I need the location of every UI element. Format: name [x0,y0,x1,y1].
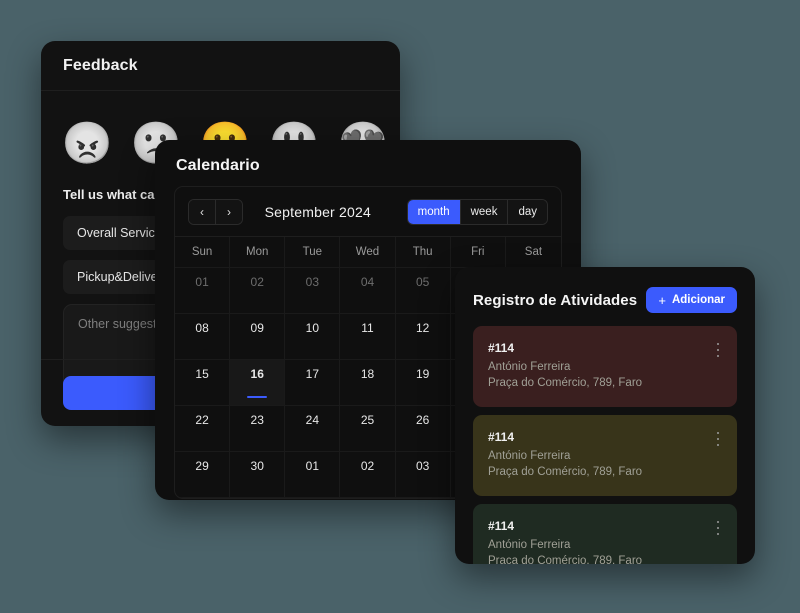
angry-face-icon[interactable]: 😠 [63,119,111,167]
calendar-day-cell[interactable]: 18 [340,360,395,406]
activity-title: Registro de Atividades [473,292,637,309]
calendar-weekday-header: SunMonTueWedThuFriSat [175,236,561,267]
calendar-view-day[interactable]: day [507,200,547,224]
more-options-icon[interactable] [712,520,724,536]
calendar-month-label: September 2024 [229,204,407,220]
calendar-view-week[interactable]: week [460,200,508,224]
calendar-day-cell[interactable]: 03 [396,452,451,498]
weekday-label: Wed [340,237,395,267]
calendar-title: Calendario [155,140,581,175]
plus-icon: + [658,294,666,307]
calendar-day-cell[interactable]: 19 [396,360,451,406]
activity-item-id: #114 [488,430,722,444]
weekday-label: Sun [175,237,230,267]
weekday-label: Mon [230,237,285,267]
weekday-label: Sat [506,237,561,267]
calendar-day-cell[interactable]: 26 [396,406,451,452]
activity-item-name: António Ferreira [488,360,722,376]
activity-log-panel: Registro de Atividades + Adicionar #114 A… [455,267,755,564]
weekday-label: Thu [396,237,451,267]
calendar-day-cell[interactable]: 09 [230,314,285,360]
calendar-day-cell[interactable]: 03 [285,268,340,314]
calendar-view-switcher: monthweekday [407,199,548,225]
calendar-day-cell[interactable]: 29 [175,452,230,498]
calendar-day-cell[interactable]: 22 [175,406,230,452]
calendar-toolbar: ‹ › September 2024 monthweekday [175,187,561,236]
add-activity-button[interactable]: + Adicionar [646,287,737,313]
activity-item-address: Praça do Comércio, 789, Faro [488,376,722,392]
calendar-day-cell[interactable]: 10 [285,314,340,360]
calendar-day-cell[interactable]: 24 [285,406,340,452]
activity-item-id: #114 [488,341,722,355]
activity-item-address: Praça do Comércio, 789, Faro [488,554,722,564]
calendar-day-cell[interactable]: 15 [175,360,230,406]
weekday-label: Fri [451,237,506,267]
calendar-day-cell[interactable]: 04 [340,268,395,314]
add-activity-label: Adicionar [672,294,725,306]
activity-header: Registro de Atividades + Adicionar [455,267,755,313]
activity-item-name: António Ferreira [488,538,722,554]
calendar-view-month[interactable]: month [408,200,460,224]
calendar-day-cell[interactable]: 01 [285,452,340,498]
more-options-icon[interactable] [712,342,724,358]
calendar-day-cell[interactable]: 05 [396,268,451,314]
calendar-day-cell[interactable]: 25 [340,406,395,452]
activity-item[interactable]: #114 António FerreiraPraça do Comércio, 7… [473,504,737,564]
calendar-day-cell[interactable]: 08 [175,314,230,360]
activity-list: #114António FerreiraPraça do Comércio, 7… [455,313,755,564]
calendar-day-cell[interactable]: 12 [396,314,451,360]
calendar-day-cell[interactable]: 16 [230,360,285,406]
screenshot-stage: Feedback 😠🙁🙂😃😍 Tell us what can be impro… [0,0,800,613]
activity-item-id: #114 [488,519,722,533]
page-title: Feedback [63,57,138,75]
calendar-day-cell[interactable]: 01 [175,268,230,314]
calendar-day-cell[interactable]: 17 [285,360,340,406]
calendar-day-cell[interactable]: 02 [230,268,285,314]
activity-item-name: António Ferreira [488,449,722,465]
more-options-icon[interactable] [712,431,724,447]
prev-month-button[interactable]: ‹ [189,200,215,224]
weekday-label: Tue [285,237,340,267]
activity-item[interactable]: #114 António FerreiraPraça do Comércio, 7… [473,415,737,496]
activity-item-address: Praça do Comércio, 789, Faro [488,465,722,481]
activity-item[interactable]: #114 António FerreiraPraça do Comércio, 7… [473,326,737,407]
calendar-day-cell[interactable]: 23 [230,406,285,452]
calendar-day-cell[interactable]: 11 [340,314,395,360]
feedback-header: Feedback [41,41,400,91]
calendar-day-cell[interactable]: 02 [340,452,395,498]
calendar-day-cell[interactable]: 30 [230,452,285,498]
